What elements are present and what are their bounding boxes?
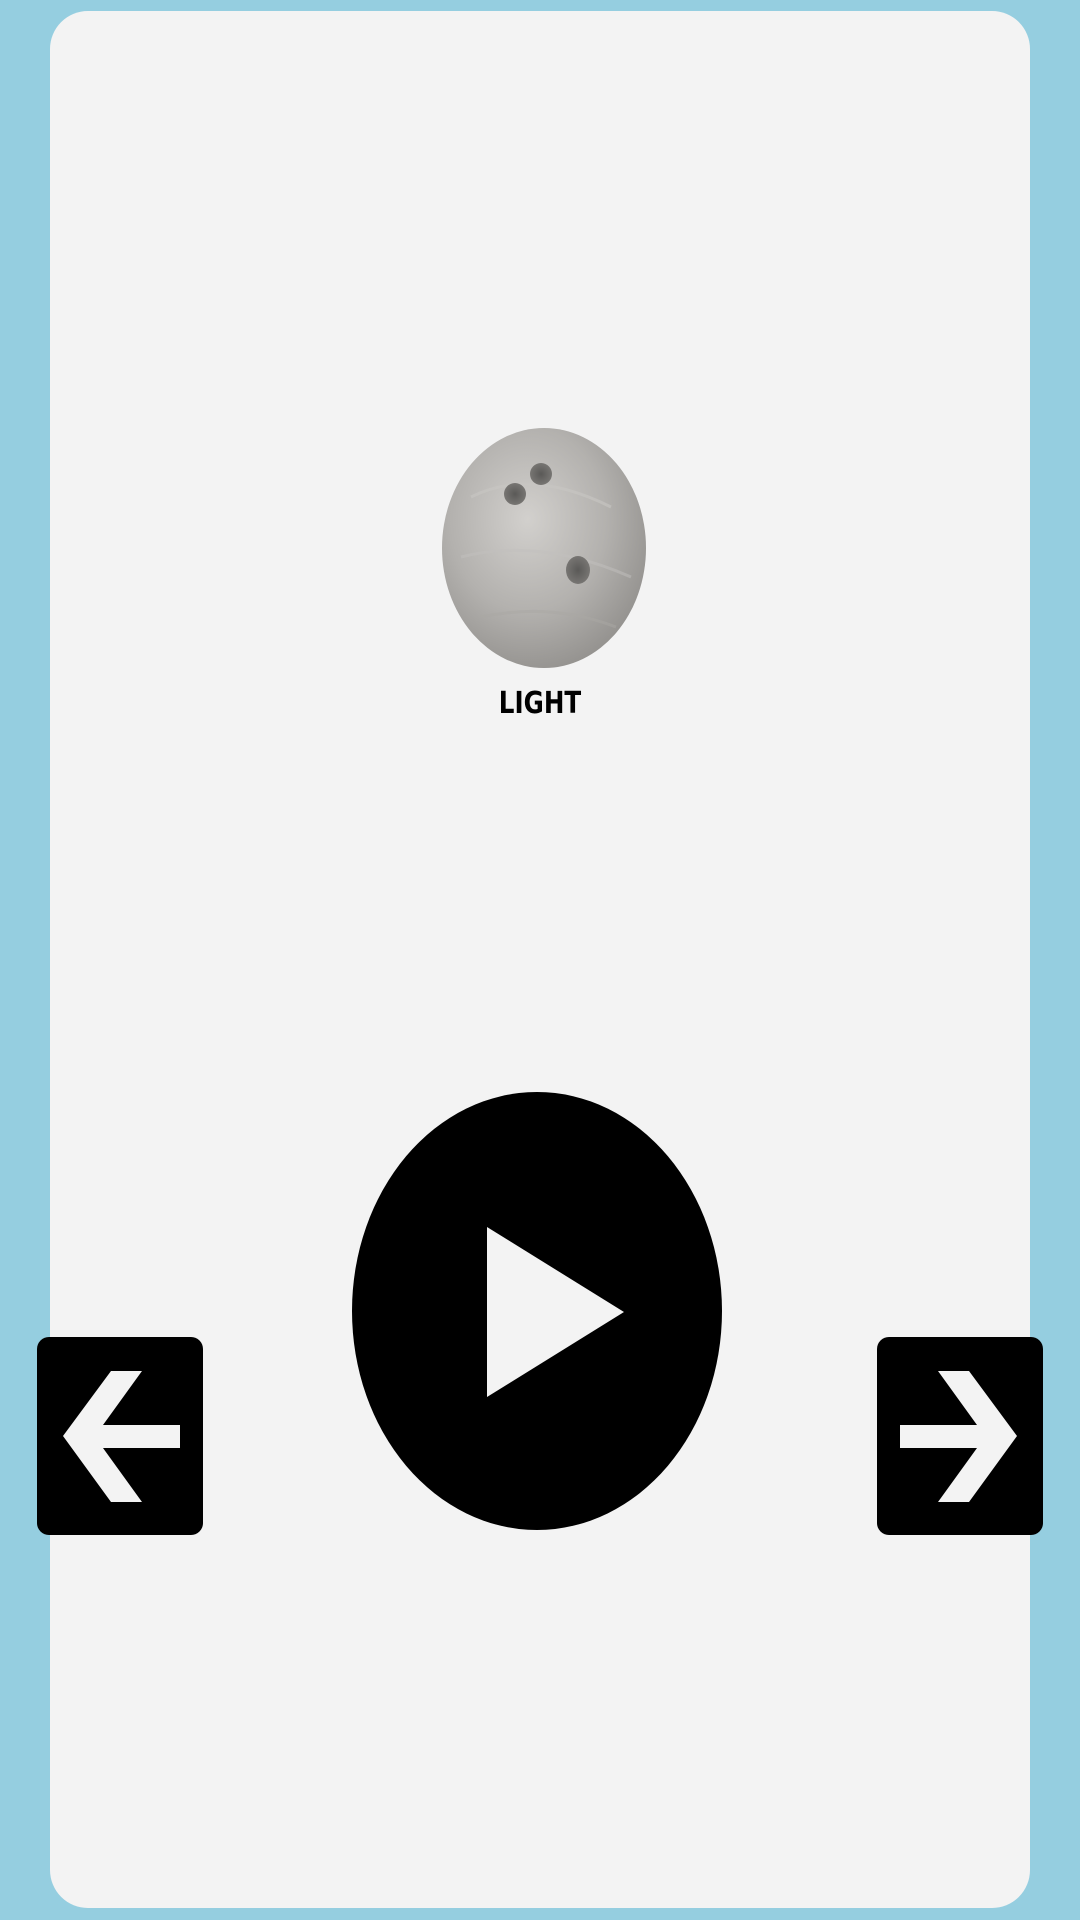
arrow-right-icon	[900, 1371, 1017, 1502]
arrow-left-icon	[63, 1371, 180, 1502]
next-ball-button[interactable]	[877, 1337, 1043, 1535]
ball-weight-label: LIGHT	[498, 686, 582, 721]
bowling-ball-icon	[441, 427, 647, 669]
play-button[interactable]	[352, 1092, 722, 1530]
play-icon	[487, 1227, 624, 1397]
game-panel	[50, 11, 1030, 1908]
previous-ball-button[interactable]	[37, 1337, 203, 1535]
